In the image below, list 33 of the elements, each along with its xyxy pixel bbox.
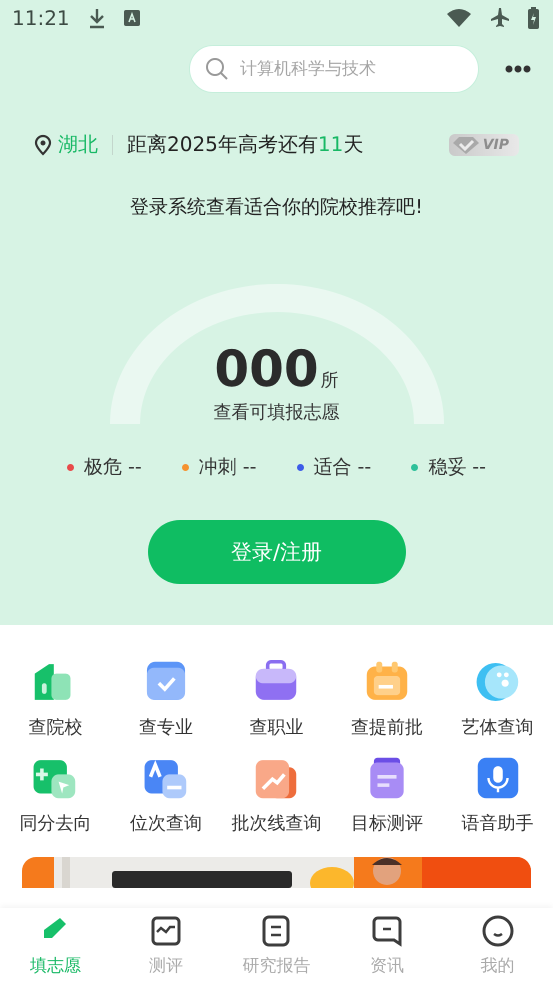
feature-label[interactable]: 查专业: [138, 715, 193, 739]
keyboard-icon: [124, 10, 140, 26]
legend-label: 极危 --: [84, 455, 142, 480]
message-icon: [370, 914, 404, 948]
count-unit: 所: [320, 369, 339, 392]
legend-label: 适合 --: [314, 455, 372, 480]
feature-label[interactable]: 艺体查询: [462, 715, 534, 739]
gauge-caption: 查看可填报志愿: [214, 401, 340, 424]
feature-label[interactable]: 查职业: [249, 715, 304, 739]
airplane-icon: [490, 7, 510, 29]
battery-icon: [528, 7, 539, 29]
smiley-icon: [480, 914, 515, 948]
legend-label: 稳妥 --: [428, 455, 486, 480]
search-field[interactable]: 计算机科学与技术: [189, 45, 479, 93]
legend-label: 冲刺 --: [198, 455, 256, 480]
feature-label[interactable]: 批次线查询: [231, 811, 322, 835]
feature-label[interactable]: 查院校: [28, 715, 82, 739]
feature-label[interactable]: 目标测评: [351, 811, 424, 835]
school-count: 000: [214, 344, 319, 394]
wifi-icon: [446, 8, 472, 28]
chart-icon: [148, 914, 183, 948]
status-time: 11:21: [12, 6, 70, 30]
login-prompt: 登录系统查看适合你的院校推荐吧!: [130, 195, 423, 220]
feature-label[interactable]: 位次查询: [130, 811, 202, 835]
more-icon[interactable]: [505, 65, 531, 73]
feature-label[interactable]: 语音助手: [462, 811, 534, 835]
search-icon: [205, 57, 229, 81]
exam-countdown: 距离2025年高考还有11天: [127, 131, 364, 158]
location-pin-icon: [34, 134, 52, 156]
diamond-check-icon: [452, 136, 479, 154]
download-icon: [88, 7, 106, 29]
feature-label[interactable]: 同分去向: [19, 811, 92, 835]
feature-label[interactable]: 查提前批: [351, 715, 424, 739]
